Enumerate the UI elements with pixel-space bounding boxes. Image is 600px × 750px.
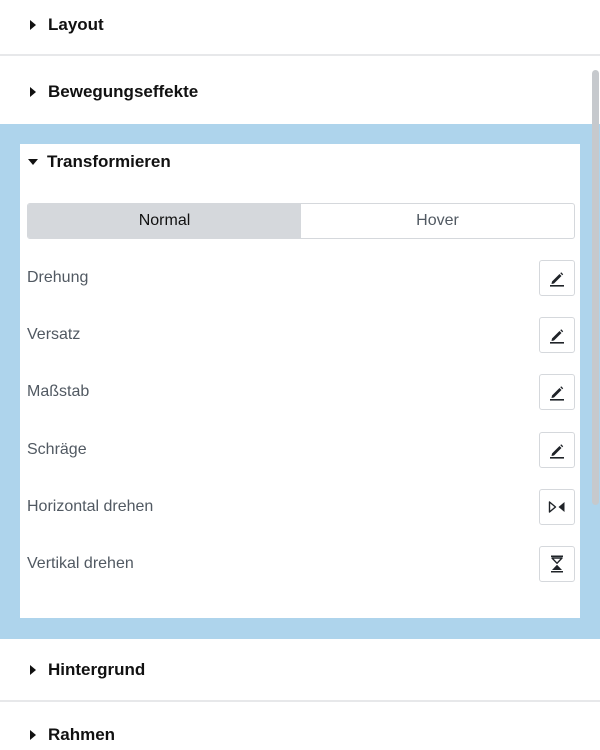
row-rotate: Drehung <box>27 260 575 296</box>
tab-hover[interactable]: Hover <box>301 204 574 238</box>
section-title: Rahmen <box>48 725 116 744</box>
edit-skew-button[interactable] <box>539 432 575 468</box>
section-layout[interactable]: Layout <box>0 0 600 56</box>
control-label: Maßstab <box>27 383 90 400</box>
control-label: Versatz <box>27 326 81 343</box>
control-label: Schräge <box>27 441 87 458</box>
scrollbar-thumb[interactable] <box>592 70 599 505</box>
tab-normal[interactable]: Normal <box>28 204 301 238</box>
flip-horizontal-icon <box>548 501 565 513</box>
row-scale: Maßstab <box>27 374 575 410</box>
section-title: Bewegungseffekte <box>48 82 199 101</box>
edit-scale-button[interactable] <box>539 374 575 410</box>
section-title: Hintergrund <box>48 660 146 679</box>
section-motion-effects[interactable]: Bewegungseffekte <box>0 61 600 123</box>
section-background[interactable]: Hintergrund <box>0 640 600 702</box>
row-skew: Schräge <box>27 432 575 468</box>
pencil-icon <box>550 386 564 401</box>
section-title: Transformieren <box>47 152 171 171</box>
flip-horizontal-button[interactable] <box>539 489 575 525</box>
row-flip-vertical: Vertikal drehen <box>27 546 575 582</box>
caret-right-icon <box>30 20 36 30</box>
state-tabs: Normal Hover <box>27 203 575 239</box>
caret-right-icon <box>30 87 36 97</box>
control-label: Drehung <box>27 269 89 286</box>
row-flip-horizontal: Horizontal drehen <box>27 489 575 525</box>
section-border[interactable]: Rahmen <box>0 704 600 750</box>
control-label: Vertikal drehen <box>27 555 134 572</box>
caret-right-icon <box>30 730 36 740</box>
row-offset: Versatz <box>27 317 575 353</box>
caret-right-icon <box>30 665 36 675</box>
section-title: Layout <box>48 15 104 34</box>
flip-vertical-icon <box>551 555 563 573</box>
edit-offset-button[interactable] <box>539 317 575 353</box>
caret-down-icon <box>28 159 38 165</box>
section-transform-header[interactable]: Transformieren <box>28 148 171 176</box>
pencil-icon <box>550 329 564 344</box>
control-label: Horizontal drehen <box>27 498 154 515</box>
flip-vertical-button[interactable] <box>539 546 575 582</box>
edit-rotate-button[interactable] <box>539 260 575 296</box>
pencil-icon <box>550 444 564 459</box>
pencil-icon <box>550 272 564 287</box>
section-transform: Transformieren Normal Hover Drehung Vers… <box>20 144 580 618</box>
